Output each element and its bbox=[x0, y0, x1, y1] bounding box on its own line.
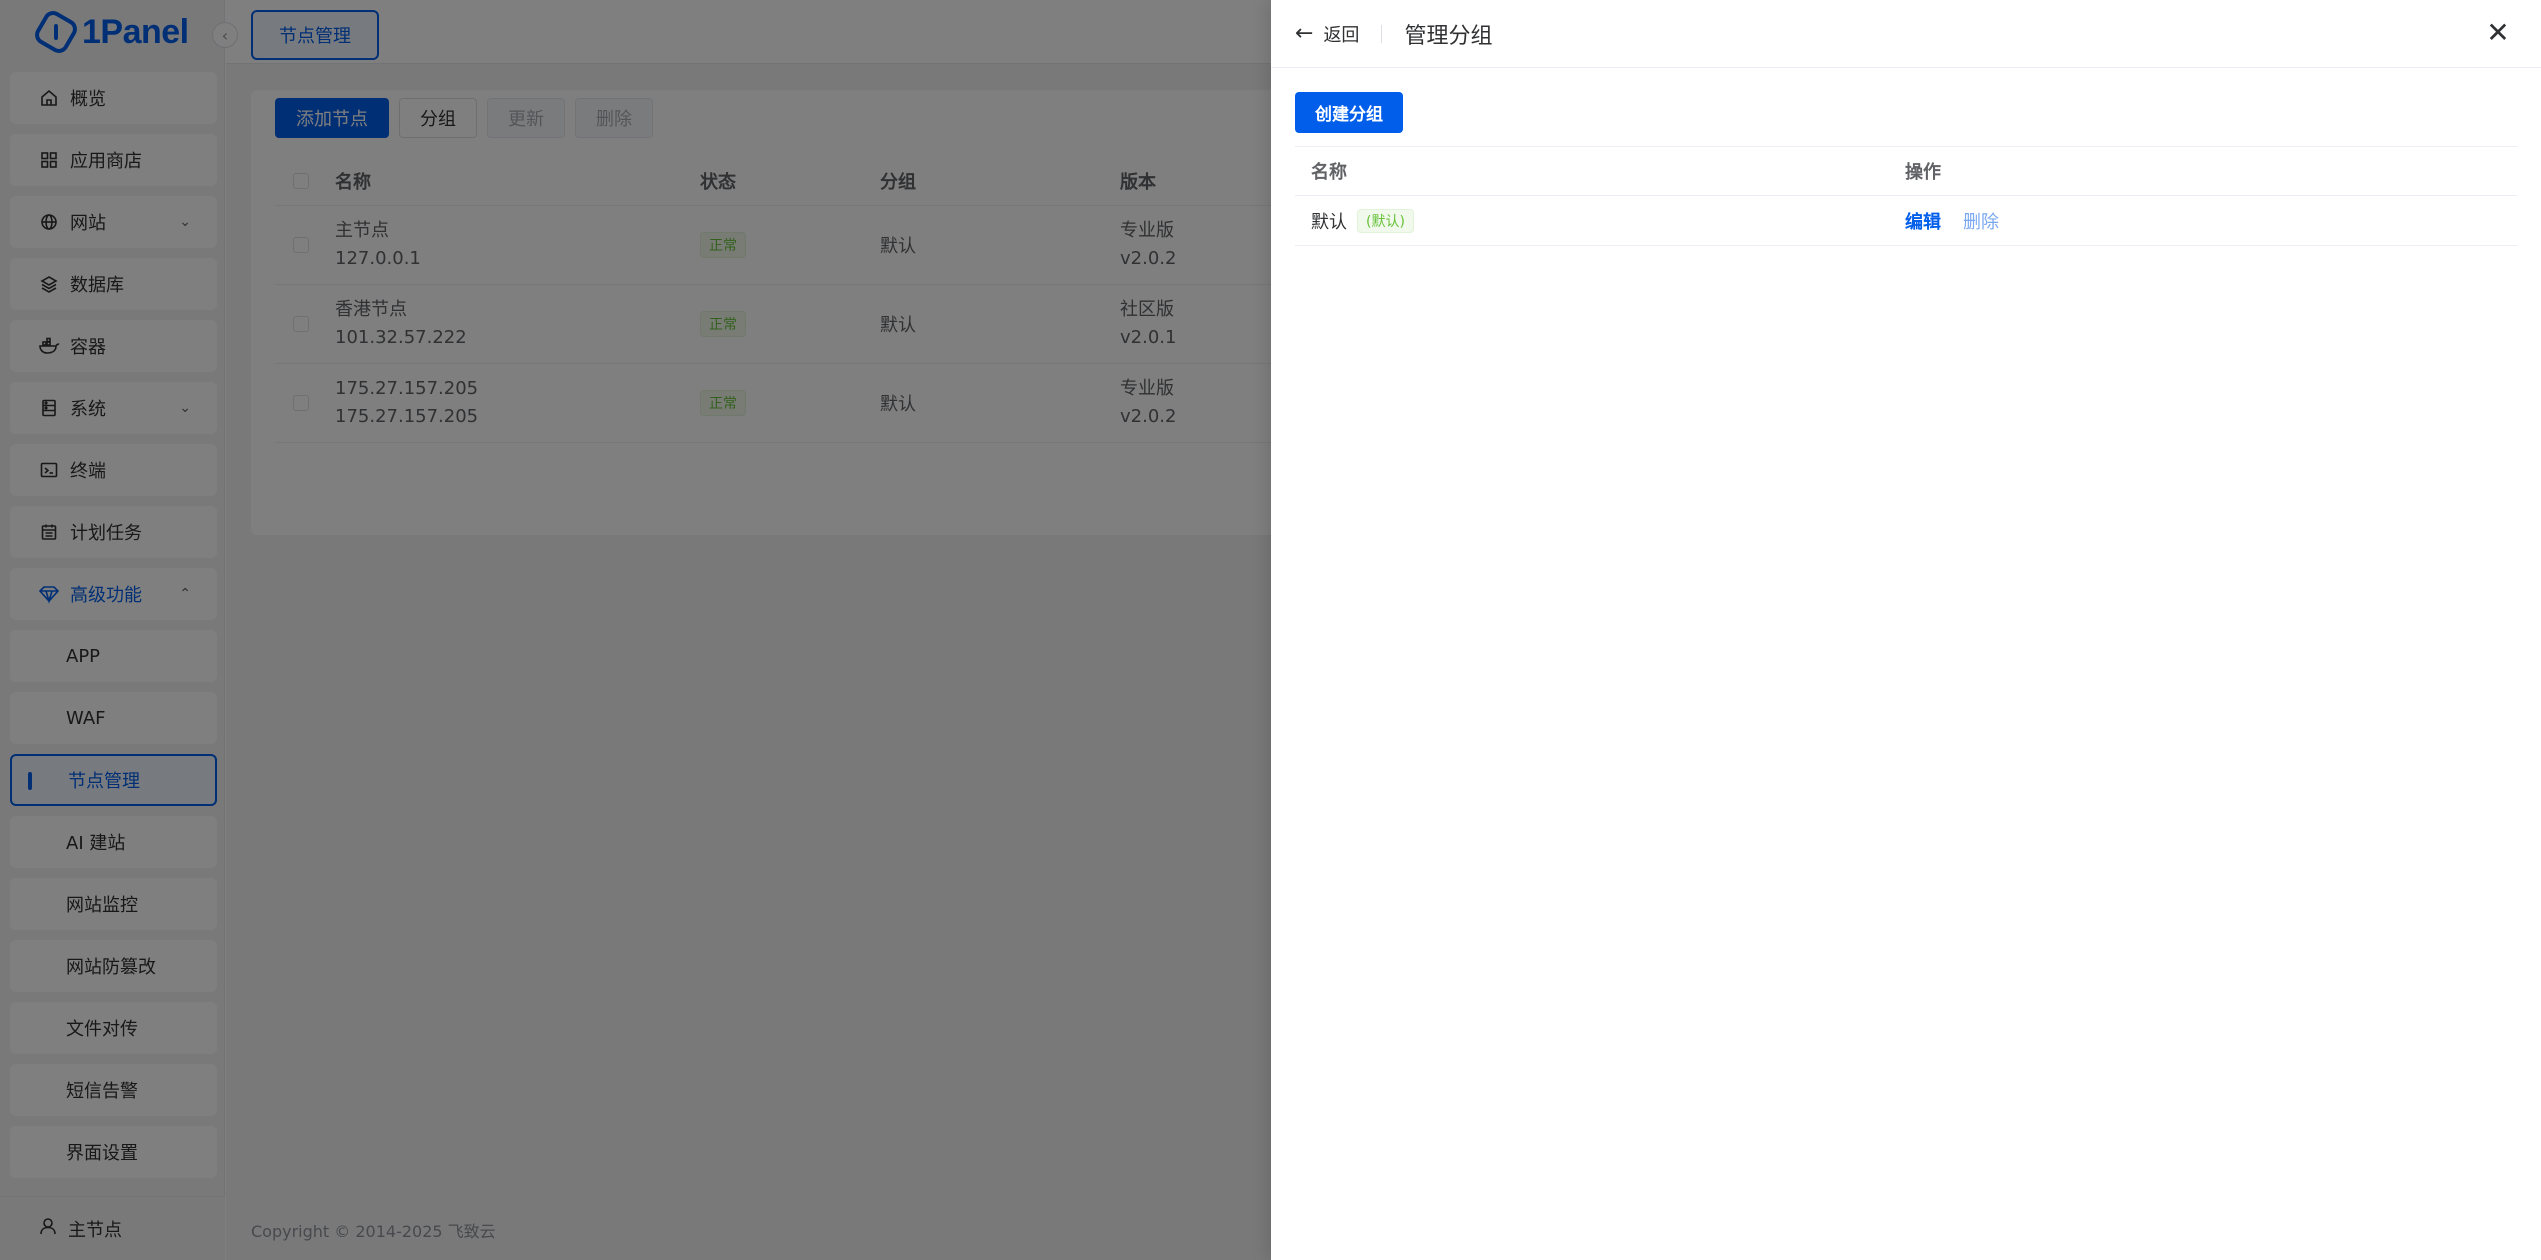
back-label: 返回 bbox=[1323, 24, 1360, 46]
group-name: 默认 bbox=[1311, 211, 1347, 233]
create-group-button[interactable]: 创建分组 bbox=[1295, 92, 1403, 133]
table-row: 默认 (默认) 编辑 删除 bbox=[1295, 196, 2517, 246]
drawer-title: 管理分组 bbox=[1404, 23, 1493, 49]
edit-group-link[interactable]: 编辑 bbox=[1905, 208, 1941, 234]
column-header: 名称 bbox=[1311, 162, 1347, 183]
divider bbox=[1381, 24, 1383, 43]
drawer-header: ← 返回 管理分组 ✕ bbox=[1271, 0, 2541, 68]
column-header: 操作 bbox=[1905, 162, 1941, 183]
back-button[interactable]: ← 返回 bbox=[1295, 21, 1359, 47]
table-header: 名称 操作 bbox=[1295, 146, 2517, 196]
arrow-left-icon: ← bbox=[1295, 20, 1314, 46]
manage-groups-drawer: ← 返回 管理分组 ✕ 创建分组 名称 操作 默认 (默认) 编辑 删除 bbox=[1271, 0, 2541, 1260]
default-badge: (默认) bbox=[1357, 208, 1414, 233]
group-table: 名称 操作 默认 (默认) 编辑 删除 bbox=[1295, 146, 2517, 246]
close-icon[interactable]: ✕ bbox=[2485, 19, 2511, 47]
delete-group-link[interactable]: 删除 bbox=[1963, 208, 1999, 234]
